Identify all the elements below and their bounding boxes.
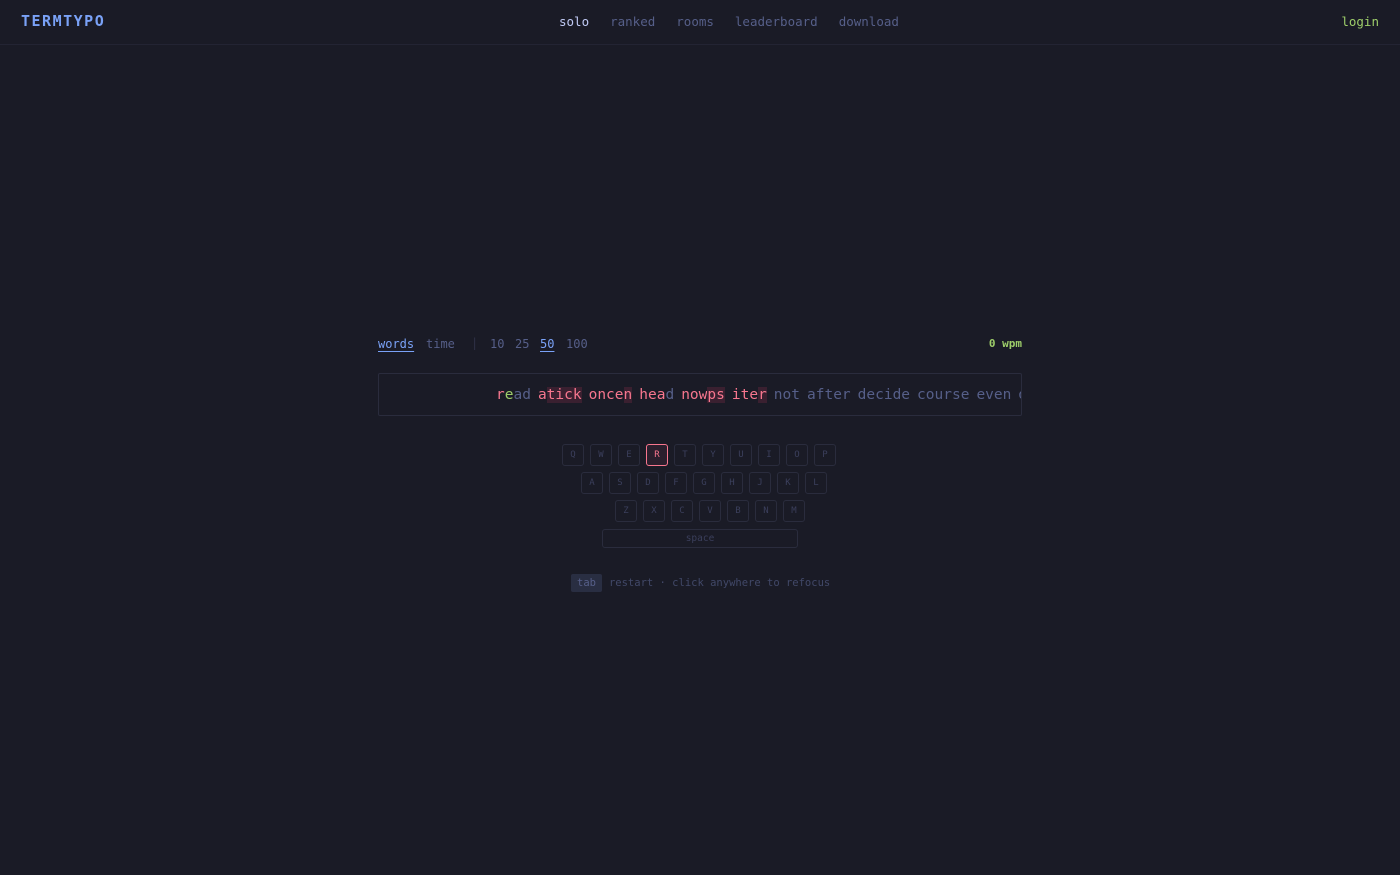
word-segment: hea — [639, 387, 666, 403]
word: read — [496, 387, 531, 403]
word-segment: ps — [707, 387, 725, 403]
key-a: A — [581, 472, 603, 494]
key-u: U — [730, 444, 752, 466]
word-segment: r — [496, 387, 505, 403]
tab-key-badge: tab — [571, 574, 602, 592]
key-g: G — [693, 472, 715, 494]
count-10[interactable]: 10 — [490, 337, 504, 351]
key-c: C — [671, 500, 693, 522]
key-w: W — [590, 444, 612, 466]
key-h: H — [721, 472, 743, 494]
word-segment: n — [623, 387, 633, 403]
word: nowps — [681, 387, 725, 403]
word: course — [917, 387, 969, 403]
key-f: F — [665, 472, 687, 494]
word: head — [639, 387, 674, 403]
word: decide — [858, 387, 910, 403]
word-segment: dry — [1018, 387, 1021, 403]
word-segment: now — [681, 387, 708, 403]
key-z: Z — [615, 500, 637, 522]
key-q: Q — [562, 444, 584, 466]
hint-text: restart · click anywhere to refocus — [608, 577, 831, 589]
typing-area[interactable]: read atick oncen head nowps iter not after decid… — [378, 373, 1022, 416]
word-segment: course — [917, 387, 970, 403]
word-segment: ite — [731, 387, 759, 403]
nav-rooms[interactable]: rooms — [676, 14, 714, 29]
wpm-counter: 0 wpm — [988, 337, 1022, 350]
key-t: T — [674, 444, 696, 466]
word-segment: after — [807, 387, 851, 403]
word-segment: r — [758, 387, 767, 403]
count-50[interactable]: 50 — [540, 337, 554, 351]
key-j: J — [749, 472, 771, 494]
word: even — [976, 387, 1011, 403]
word-segment: not — [773, 387, 800, 403]
word: dry — [1018, 387, 1021, 403]
hint-bar: tab restart · click anywhere to refocus — [571, 574, 830, 592]
key-n: N — [755, 500, 777, 522]
key-x: X — [643, 500, 665, 522]
word-segment: even — [976, 387, 1012, 403]
word: atick — [538, 387, 582, 403]
key-p: P — [814, 444, 836, 466]
word: oncen — [589, 387, 633, 403]
logo[interactable]: TERMTYPO — [21, 12, 105, 30]
word: not — [774, 387, 800, 403]
nav-solo[interactable]: solo — [559, 14, 589, 29]
word-segment: once — [588, 387, 624, 403]
mode-separator: | — [471, 336, 479, 350]
key-y: Y — [702, 444, 724, 466]
word-segment: decide — [857, 387, 911, 403]
key-v: V — [699, 500, 721, 522]
nav-leaderboard[interactable]: leaderboard — [735, 14, 818, 29]
word-segment: ad — [513, 387, 531, 403]
key-b: B — [727, 500, 749, 522]
word-segment: d — [665, 387, 675, 403]
word-segment: a — [537, 387, 547, 403]
top-bar: TERMTYPO solo ranked rooms leaderboard d… — [0, 0, 1400, 45]
word: iter — [732, 387, 767, 403]
key-s: S — [609, 472, 631, 494]
main-nav: solo ranked rooms leaderboard download — [559, 14, 899, 29]
mode-words[interactable]: words — [378, 337, 414, 351]
key-o: O — [786, 444, 808, 466]
nav-ranked[interactable]: ranked — [610, 14, 655, 29]
nav-download[interactable]: download — [839, 14, 899, 29]
word-stream: read atick oncen head nowps iter not after decid… — [496, 385, 1021, 405]
key-i: I — [758, 444, 780, 466]
key-k: K — [777, 472, 799, 494]
key-l: L — [805, 472, 827, 494]
count-25[interactable]: 25 — [515, 337, 529, 351]
login-link[interactable]: login — [1341, 14, 1379, 29]
key-e: E — [618, 444, 640, 466]
mode-time[interactable]: time — [426, 337, 455, 351]
word-segment: tick — [546, 387, 582, 403]
key-m: M — [783, 500, 805, 522]
word: after — [807, 387, 851, 403]
key-r: R — [646, 444, 668, 466]
count-100[interactable]: 100 — [566, 337, 588, 351]
key-space: space — [602, 529, 798, 548]
mode-selector: words time | 10 25 50 100 0 wpm — [378, 336, 1022, 356]
key-d: D — [637, 472, 659, 494]
